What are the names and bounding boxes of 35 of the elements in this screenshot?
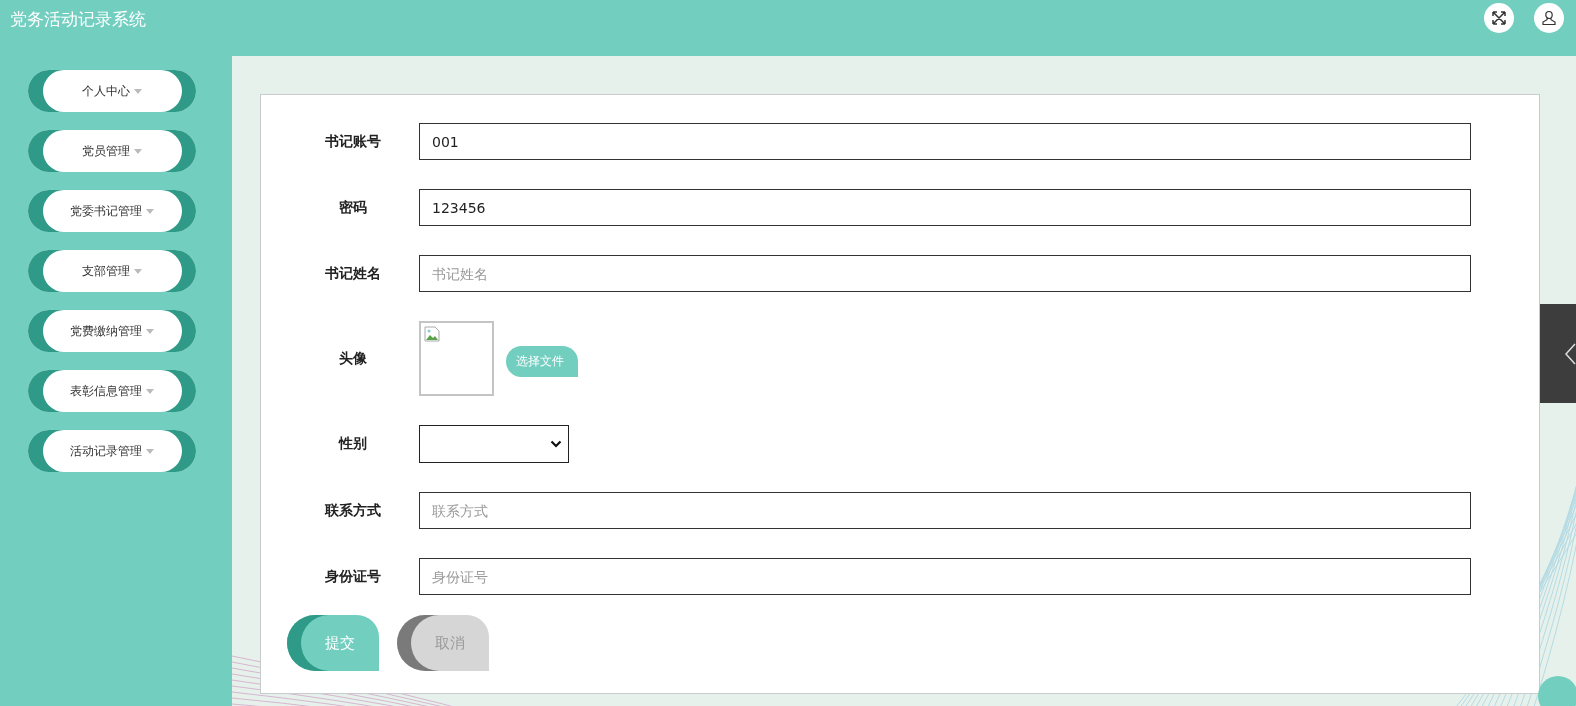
chevron-left-icon — [1564, 342, 1576, 365]
text-field[interactable]: 001 — [419, 123, 1471, 160]
sidebar-item[interactable]: 党费缴纳管理 — [28, 310, 196, 352]
sidebar-item[interactable]: 个人中心 — [28, 70, 196, 112]
caret-icon — [146, 448, 154, 454]
gender-select[interactable] — [419, 425, 569, 463]
caret-icon — [134, 148, 142, 154]
fullscreen-button[interactable] — [1484, 3, 1514, 33]
sidebar-item[interactable]: 党员管理 — [28, 130, 196, 172]
user-icon — [1541, 10, 1557, 26]
field-label: 身份证号 — [324, 567, 382, 586]
caret-icon — [146, 328, 154, 334]
caret-icon — [134, 88, 142, 94]
user-button[interactable] — [1534, 3, 1564, 33]
text-field[interactable]: 身份证号 — [419, 558, 1471, 595]
text-field[interactable]: 123456 — [419, 189, 1471, 226]
field-label: 书记姓名 — [324, 264, 382, 283]
caret-icon — [134, 268, 142, 274]
broken-image-icon — [424, 326, 440, 342]
sidebar-item[interactable]: 表彰信息管理 — [28, 370, 196, 412]
caret-icon — [146, 208, 154, 214]
text-field[interactable]: 联系方式 — [419, 492, 1471, 529]
sidebar-item[interactable]: 活动记录管理 — [28, 430, 196, 472]
text-field[interactable]: 书记姓名 — [419, 255, 1471, 292]
expand-arrows-icon — [1491, 10, 1507, 26]
sidebar-item[interactable]: 支部管理 — [28, 250, 196, 292]
sidebar-item[interactable]: 党委书记管理 — [28, 190, 196, 232]
field-label: 联系方式 — [323, 501, 382, 520]
field-label: 性别 — [337, 435, 368, 453]
app-title: 党务活动记录系统 — [10, 8, 146, 31]
caret-icon — [146, 388, 154, 394]
field-label: 书记账号 — [324, 132, 382, 151]
chevron-down-icon — [550, 440, 562, 448]
field-label: 密码 — [338, 198, 368, 217]
field-label: 头像 — [338, 349, 368, 368]
